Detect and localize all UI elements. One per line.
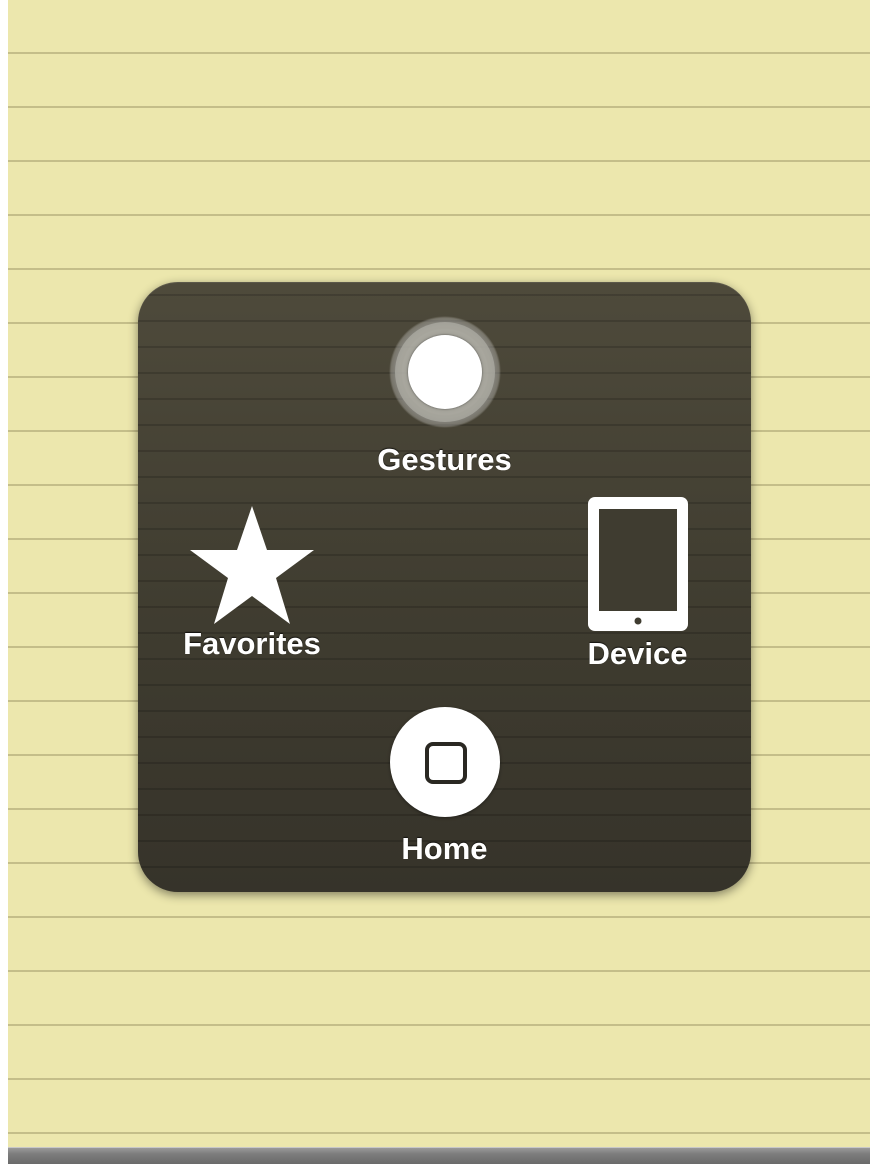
device-button[interactable]: Device: [566, 494, 709, 672]
assistive-touch-menu: Gestures Favorites Device Home: [138, 282, 751, 892]
home-button-icon: [389, 707, 500, 817]
gestures-label: Gestures: [377, 442, 512, 477]
bottom-bar: [8, 1147, 870, 1164]
device-label: Device: [587, 636, 688, 671]
home-button[interactable]: Home: [138, 707, 751, 867]
favorites-label: Favorites: [183, 626, 321, 661]
star-icon: [190, 506, 314, 624]
gestures-button[interactable]: Gestures: [138, 316, 751, 478]
home-label: Home: [401, 831, 488, 866]
gestures-circle-icon: [388, 316, 501, 428]
favorites-button[interactable]: Favorites: [158, 504, 346, 662]
tablet-icon: [587, 497, 688, 631]
